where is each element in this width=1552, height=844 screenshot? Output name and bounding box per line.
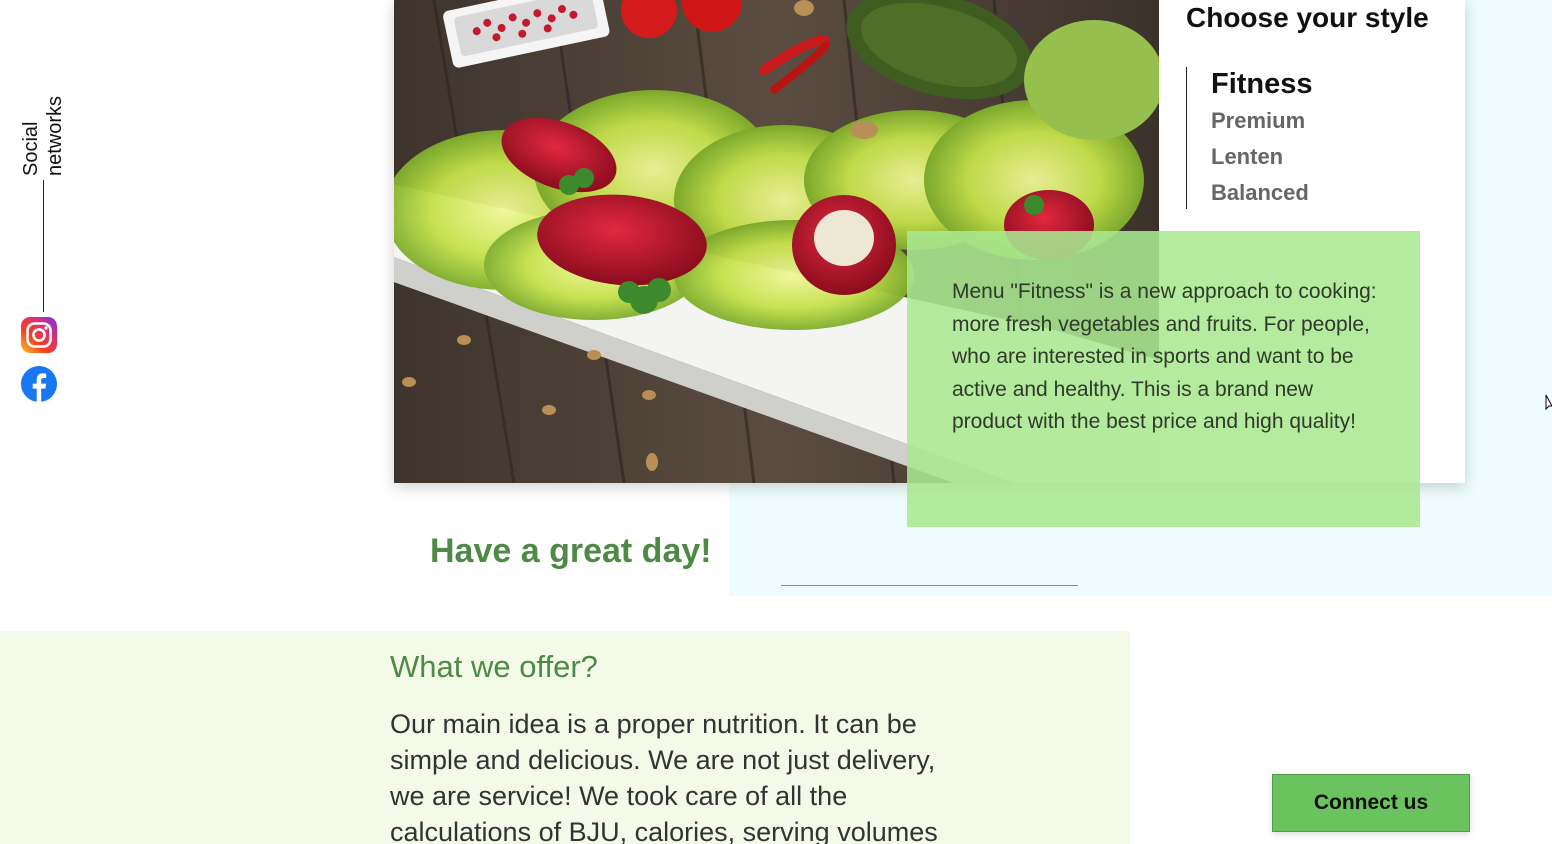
greeting-divider — [781, 585, 1078, 586]
style-description-box: Menu "Fitness" is a new approach to cook… — [907, 231, 1420, 527]
facebook-icon[interactable] — [21, 366, 57, 402]
mouse-cursor-icon — [1545, 394, 1552, 412]
style-item-lenten[interactable]: Lenten — [1211, 139, 1313, 175]
offer-title: What we offer? — [390, 649, 598, 684]
offer-section: What we offer? Our main idea is a proper… — [0, 631, 1130, 844]
style-item-balanced[interactable]: Balanced — [1211, 175, 1313, 211]
greeting-heading: Have a great day! — [430, 532, 712, 570]
social-label-line2: networks — [44, 95, 66, 176]
style-description-text: Menu "Fitness" is a new approach to cook… — [952, 280, 1377, 433]
page: Social networks Choose your style Fitnes… — [0, 0, 1552, 844]
social-networks-label: Social networks — [18, 88, 70, 178]
social-divider-line — [43, 180, 44, 312]
style-list: Fitness Premium Lenten Balanced — [1186, 67, 1313, 209]
choose-style-title: Choose your style — [1186, 2, 1429, 33]
instagram-icon[interactable] — [21, 317, 57, 353]
style-item-premium[interactable]: Premium — [1211, 103, 1313, 139]
style-item-fitness[interactable]: Fitness — [1211, 67, 1313, 101]
connect-us-button[interactable]: Connect us — [1272, 774, 1470, 832]
offer-text: Our main idea is a proper nutrition. It … — [390, 709, 938, 844]
social-label-line1: Social — [20, 121, 42, 176]
